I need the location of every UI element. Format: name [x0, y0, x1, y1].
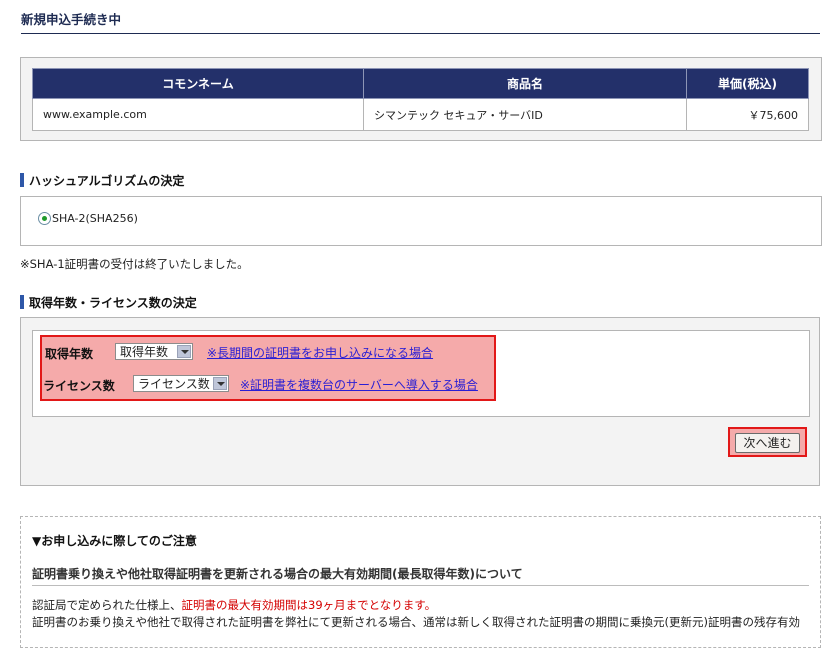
- notice-text: 認証局で定められた仕様上、: [32, 598, 182, 612]
- notice-panel: ▼お申し込みに際してのご注意 証明書乗り換えや他社取得証明書を更新される場合の最…: [20, 516, 821, 648]
- column-header-common-name: コモンネーム: [32, 68, 364, 99]
- years-label: 取得年数: [45, 347, 94, 361]
- license-label: ライセンス数: [43, 379, 115, 393]
- title-divider: [21, 33, 820, 34]
- page-title: 新規申込手続き中: [21, 12, 122, 27]
- cell-unit-price: ￥75,600: [686, 98, 809, 131]
- sha2-radio-button[interactable]: [38, 212, 51, 225]
- hash-section-title: ハッシュアルゴリズムの決定: [20, 172, 184, 189]
- notice-subtitle: 証明書乗り換えや他社取得証明書を更新される場合の最大有効期間(最長取得年数)につ…: [32, 567, 523, 581]
- product-table: コモンネーム 商品名 単価(税込) www.example.com シマンテック…: [32, 68, 809, 131]
- multi-server-link[interactable]: ※証明書を複数台のサーバーへ導入する場合: [240, 376, 478, 393]
- table-header-row: コモンネーム 商品名 単価(税込): [32, 68, 809, 99]
- next-button[interactable]: 次へ進む: [735, 433, 800, 453]
- sha1-notice: ※SHA-1証明書の受付は終了いたしました。: [20, 257, 249, 271]
- license-select-value: ライセンス数: [138, 377, 210, 391]
- column-header-product-name: 商品名: [363, 68, 687, 99]
- notice-divider: [32, 585, 809, 586]
- notice-warning-text: 証明書の最大有効期間は39ヶ月までとなります。: [181, 598, 437, 612]
- next-button-highlight: 次へ進む: [728, 427, 807, 457]
- years-license-form: 取得年数 取得年数 ※長期間の証明書をお申し込みになる場合 ライセンス数 ライセ…: [32, 330, 810, 417]
- years-section-title: 取得年数・ライセンス数の決定: [20, 294, 197, 311]
- notice-paragraph-2: 証明書のお乗り換えや他社で取得された証明書を弊社にて更新される場合、通常は新しく…: [32, 615, 800, 629]
- years-license-panel: 取得年数 取得年数 ※長期間の証明書をお申し込みになる場合 ライセンス数 ライセ…: [20, 317, 820, 486]
- notice-title: ▼お申し込みに際してのご注意: [32, 534, 197, 548]
- highlighted-selection-area: 取得年数 取得年数 ※長期間の証明書をお申し込みになる場合 ライセンス数 ライセ…: [40, 335, 496, 401]
- sha2-radio-label[interactable]: SHA-2(SHA256): [52, 212, 138, 225]
- product-summary-panel: コモンネーム 商品名 単価(税込) www.example.com シマンテック…: [20, 57, 822, 141]
- years-select[interactable]: 取得年数: [115, 343, 193, 360]
- radio-selected-dot: [42, 216, 47, 221]
- cell-product-name: シマンテック セキュア・サーバID: [363, 98, 687, 131]
- license-select[interactable]: ライセンス数: [133, 375, 229, 392]
- column-header-unit-price: 単価(税込): [686, 68, 809, 99]
- long-term-certificate-link[interactable]: ※長期間の証明書をお申し込みになる場合: [207, 344, 433, 361]
- notice-paragraph-1: 認証局で定められた仕様上、証明書の最大有効期間は39ヶ月までとなります。: [32, 597, 436, 613]
- cell-common-name: www.example.com: [32, 98, 364, 131]
- hash-algorithm-panel: SHA-2(SHA256): [20, 196, 822, 246]
- years-select-value: 取得年数: [120, 345, 169, 359]
- chevron-down-icon: [213, 377, 227, 390]
- table-row: www.example.com シマンテック セキュア・サーバID ￥75,60…: [32, 98, 809, 131]
- chevron-down-icon: [177, 345, 191, 358]
